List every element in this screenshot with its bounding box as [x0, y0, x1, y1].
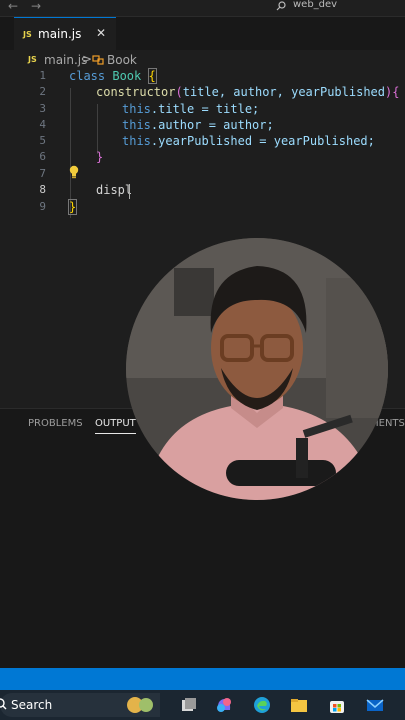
- bing-decoration-icon: [127, 697, 153, 713]
- code-line-1: 1 class Book {: [0, 68, 405, 85]
- line-number: 2: [39, 85, 46, 98]
- code-statement: .yearPublished = yearPublished;: [150, 134, 375, 148]
- tab-main-js[interactable]: JS main.js ✕: [14, 17, 116, 50]
- forward-arrow-icon[interactable]: →: [31, 0, 41, 13]
- line-number: 5: [39, 134, 46, 147]
- lightbulb-icon[interactable]: [68, 165, 80, 179]
- line-number: 6: [39, 150, 46, 163]
- tab-problems[interactable]: PROBLEMS: [28, 418, 83, 429]
- code-line-4: 4 this.author = author;: [0, 118, 405, 134]
- windows-search-icon: [0, 698, 7, 710]
- code-paren: (: [175, 85, 183, 99]
- code-line-3: 3 this.title = title;: [0, 102, 405, 118]
- workspace-name: web_dev: [293, 0, 338, 10]
- tab-output[interactable]: OUTPUT: [95, 418, 136, 434]
- breadcrumb-file[interactable]: main.js: [44, 53, 87, 67]
- code-line-5: 5 this.yearPublished = yearPublished;: [0, 134, 405, 150]
- code-brace: }: [96, 150, 104, 164]
- code-statement: .author = author;: [150, 118, 274, 132]
- tab-filename: main.js: [38, 27, 82, 41]
- close-icon[interactable]: ✕: [96, 26, 106, 40]
- code-brace: {: [392, 85, 400, 99]
- breadcrumb-symbol[interactable]: Book: [107, 53, 137, 67]
- back-arrow-icon[interactable]: ←: [8, 0, 18, 13]
- presenter-video: [126, 238, 388, 500]
- code-line-6: 6 }: [0, 150, 405, 166]
- breadcrumb: JS main.js > Book: [0, 51, 405, 69]
- code-statement: .title = title;: [150, 102, 260, 116]
- store-icon[interactable]: [328, 696, 346, 714]
- code-function: constructor: [96, 85, 176, 99]
- code-brace: }: [67, 199, 78, 215]
- line-number: 1: [39, 69, 46, 82]
- line-number: 4: [39, 118, 46, 131]
- javascript-file-icon: JS: [23, 30, 32, 39]
- breadcrumb-separator: >: [82, 52, 93, 66]
- code-line-8: 8 displ: [0, 183, 405, 199]
- file-explorer-icon[interactable]: [290, 696, 308, 714]
- webcam-overlay: [126, 238, 388, 500]
- editor-tab-bar: JS main.js ✕: [0, 17, 405, 50]
- line-number: 3: [39, 102, 46, 115]
- task-view-icon[interactable]: [180, 696, 198, 714]
- copilot-icon[interactable]: [215, 696, 233, 714]
- code-brace: {: [147, 68, 157, 84]
- code-keyword: this: [122, 118, 151, 132]
- edge-icon[interactable]: [253, 696, 271, 714]
- search-icon: [276, 1, 286, 11]
- status-bar: [0, 668, 405, 690]
- line-number: 7: [39, 167, 46, 180]
- windows-taskbar: Search: [0, 690, 405, 720]
- code-keyword: class: [69, 69, 106, 83]
- taskbar-search-label: Search: [11, 698, 53, 712]
- taskbar-search-box[interactable]: Search: [0, 693, 160, 717]
- text-cursor: [129, 184, 130, 199]
- code-line-2: 2 constructor(title, author, yearPublish…: [0, 85, 405, 101]
- line-number-active: 8: [39, 183, 46, 196]
- code-line-9: 9 }: [0, 199, 405, 216]
- code-class-name: Book: [112, 69, 142, 83]
- title-bar: ← → web_dev: [0, 0, 405, 17]
- line-number: 9: [39, 200, 46, 213]
- mail-icon[interactable]: [366, 696, 384, 714]
- code-typed-text: displ: [96, 183, 133, 197]
- code-keyword: this: [122, 134, 151, 148]
- code-params: title, author, yearPublished: [182, 85, 386, 99]
- class-symbol-icon: [92, 55, 104, 65]
- javascript-file-icon: JS: [28, 55, 37, 64]
- code-keyword: this: [122, 102, 151, 116]
- code-line-7: 7: [0, 167, 405, 183]
